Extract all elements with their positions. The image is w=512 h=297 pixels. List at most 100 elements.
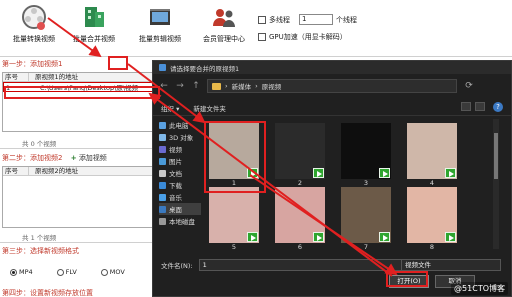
filename-input[interactable]: 1 [198,259,411,271]
step2-list-header: 序号 原视频2的地址 [3,167,171,176]
nav-folder-icon [159,121,166,129]
chevron-right-icon: › [255,82,258,90]
play-icon [445,168,456,178]
nav-item-label: 下载 [169,182,182,190]
nav-folder-icon [159,181,166,189]
play-icon [445,232,456,242]
nav-folder-icon [159,169,166,177]
file-name: 8 [429,243,435,251]
play-icon [379,232,390,242]
col-path-header: 原视频1的地址 [35,73,79,81]
file-thumbnail[interactable]: 4 [407,123,457,188]
multi-thread-checkbox[interactable] [258,15,266,24]
step4-title: 第四步：设置新视频存放位置 [2,288,93,297]
col-index-header: 序号 [3,167,29,175]
nav-folder-icon [159,145,166,153]
thread-count-input[interactable]: 1 [299,14,333,25]
member-center-button[interactable]: 会员管理中心 [194,4,254,44]
batch-merge-button[interactable]: 批量合并视频 [64,4,124,44]
nav-item-label: 桌面 [169,206,182,214]
nav-item[interactable]: 下载 [159,179,201,191]
file-thumbnail[interactable]: 8 [407,187,457,252]
file-type-select[interactable]: 视频文件 [401,259,501,271]
dialog-title: 请选择要合并的原视频1 [170,64,240,73]
multi-thread-option: 多线程 1 个线程 [258,14,357,25]
format-option-flv[interactable]: FLV [56,268,77,276]
video-preview [275,123,325,179]
highlight-selected-file [204,121,266,193]
file-thumbnail[interactable]: 2 [275,123,325,188]
watermark: @51CTO博客 [451,282,508,295]
forward-arrow-icon[interactable]: → [175,81,185,91]
gpu-checkbox[interactable] [258,33,266,41]
nav-item[interactable]: 文档 [159,167,201,179]
step2-video-list[interactable]: 序号 原视频2的地址 [2,166,172,228]
video-preview [407,187,457,243]
new-folder-button[interactable]: 新建文件夹 [193,103,226,113]
plus-icon: + [70,154,77,162]
nav-item[interactable]: 图片 [159,155,201,167]
nav-item-label: 音乐 [169,194,182,202]
view-mode-icon[interactable] [461,102,471,111]
batch-edit-button[interactable]: 批量剪辑视频 [130,4,190,44]
step2-title: 第二步：添加视频2 + 添加视频 [2,153,107,163]
radio-selected-icon [10,268,17,276]
main-toolbar: 批量转换视频 批量合并视频 批量剪辑视频 会员管理中心 多线程 1 个线程 GP… [0,0,512,56]
organize-label: 组织 [161,104,174,113]
file-name: 6 [297,243,303,251]
nav-item[interactable]: 本地磁盘 [159,215,201,227]
divider [0,56,512,57]
step1-title-text: 第一步：添加视频1 [2,60,63,68]
step2-add-button[interactable]: + 添加视频 [71,154,107,162]
step2-title-text: 第二步：添加视频2 [2,154,63,162]
navigation-pane: 此电脑 3D 对象视频图片文档下载音乐桌面 本地磁盘 [153,119,201,251]
scrollbar-thumb[interactable] [494,133,498,179]
vertical-scrollbar[interactable] [493,119,499,249]
format-option-mp4[interactable]: MP4 [10,268,33,276]
file-thumbnail[interactable]: 6 [275,187,325,252]
step1-video-list[interactable]: 序号 原视频1的地址 1 C:\Users\Pang\Desktop\原\视频 [2,72,172,132]
step3-title-text: 第三步：选择新视频格式 [2,247,79,255]
nav-item-label: 文档 [169,170,182,178]
step1-title: 第一步：添加视频1 [2,59,62,69]
step2-add-label: 添加视频 [78,154,107,162]
path-breadcrumb[interactable]: › 新媒体 › 原视频 [207,79,457,93]
refresh-icon[interactable]: ⟳ [463,80,475,92]
organize-menu[interactable]: 组织 ▾ [161,103,179,113]
nav-folder-icon [159,157,166,165]
merge-building-icon [81,4,107,30]
preview-pane-icon[interactable] [475,102,485,111]
up-arrow-icon[interactable]: ↑ [191,81,201,91]
help-icon[interactable]: ? [493,102,503,112]
breadcrumb-item[interactable]: 新媒体 [232,81,252,91]
nav-item-label: 图片 [169,158,182,166]
batch-convert-label: 批量转换视频 [13,35,55,43]
format-option-mov[interactable]: MOV [100,268,125,276]
nav-item[interactable]: 音乐 [159,191,201,203]
format-radio-group: MP4 FLV MOV [10,268,125,276]
thread-unit-label: 个线程 [336,15,357,24]
folder-icon [212,82,221,90]
nav-item[interactable]: 视频 [159,143,201,155]
app-icon [159,64,166,71]
nav-item-label: 3D 对象 [169,134,194,142]
file-thumbnail[interactable]: 3 [341,123,391,188]
nav-item[interactable]: 3D 对象 [159,131,201,143]
address-bar: ← → ↑ › 新媒体 › 原视频 ⟳ [153,75,512,97]
video-preview [275,187,325,243]
back-arrow-icon[interactable]: ← [159,81,169,91]
batch-merge-label: 批量合并视频 [73,35,115,43]
batch-convert-button[interactable]: 批量转换视频 [4,4,64,44]
file-thumbnail[interactable]: 5 [209,187,259,252]
file-thumbnail[interactable]: 7 [341,187,391,252]
step2-count: 共 1 个视频 [22,234,57,242]
nav-item-label: 视频 [169,146,182,154]
dialog-titlebar: 请选择要合并的原视频1 [153,61,511,74]
breadcrumb-item[interactable]: 原视频 [262,81,282,91]
gpu-option: GPU加速（用显卡解码） [258,32,347,42]
nav-item[interactable]: 此电脑 [159,119,201,131]
chevron-right-icon: › [225,82,228,90]
users-icon [211,4,237,30]
highlight-selected-row [4,86,160,99]
nav-item[interactable]: 桌面 [159,203,201,215]
